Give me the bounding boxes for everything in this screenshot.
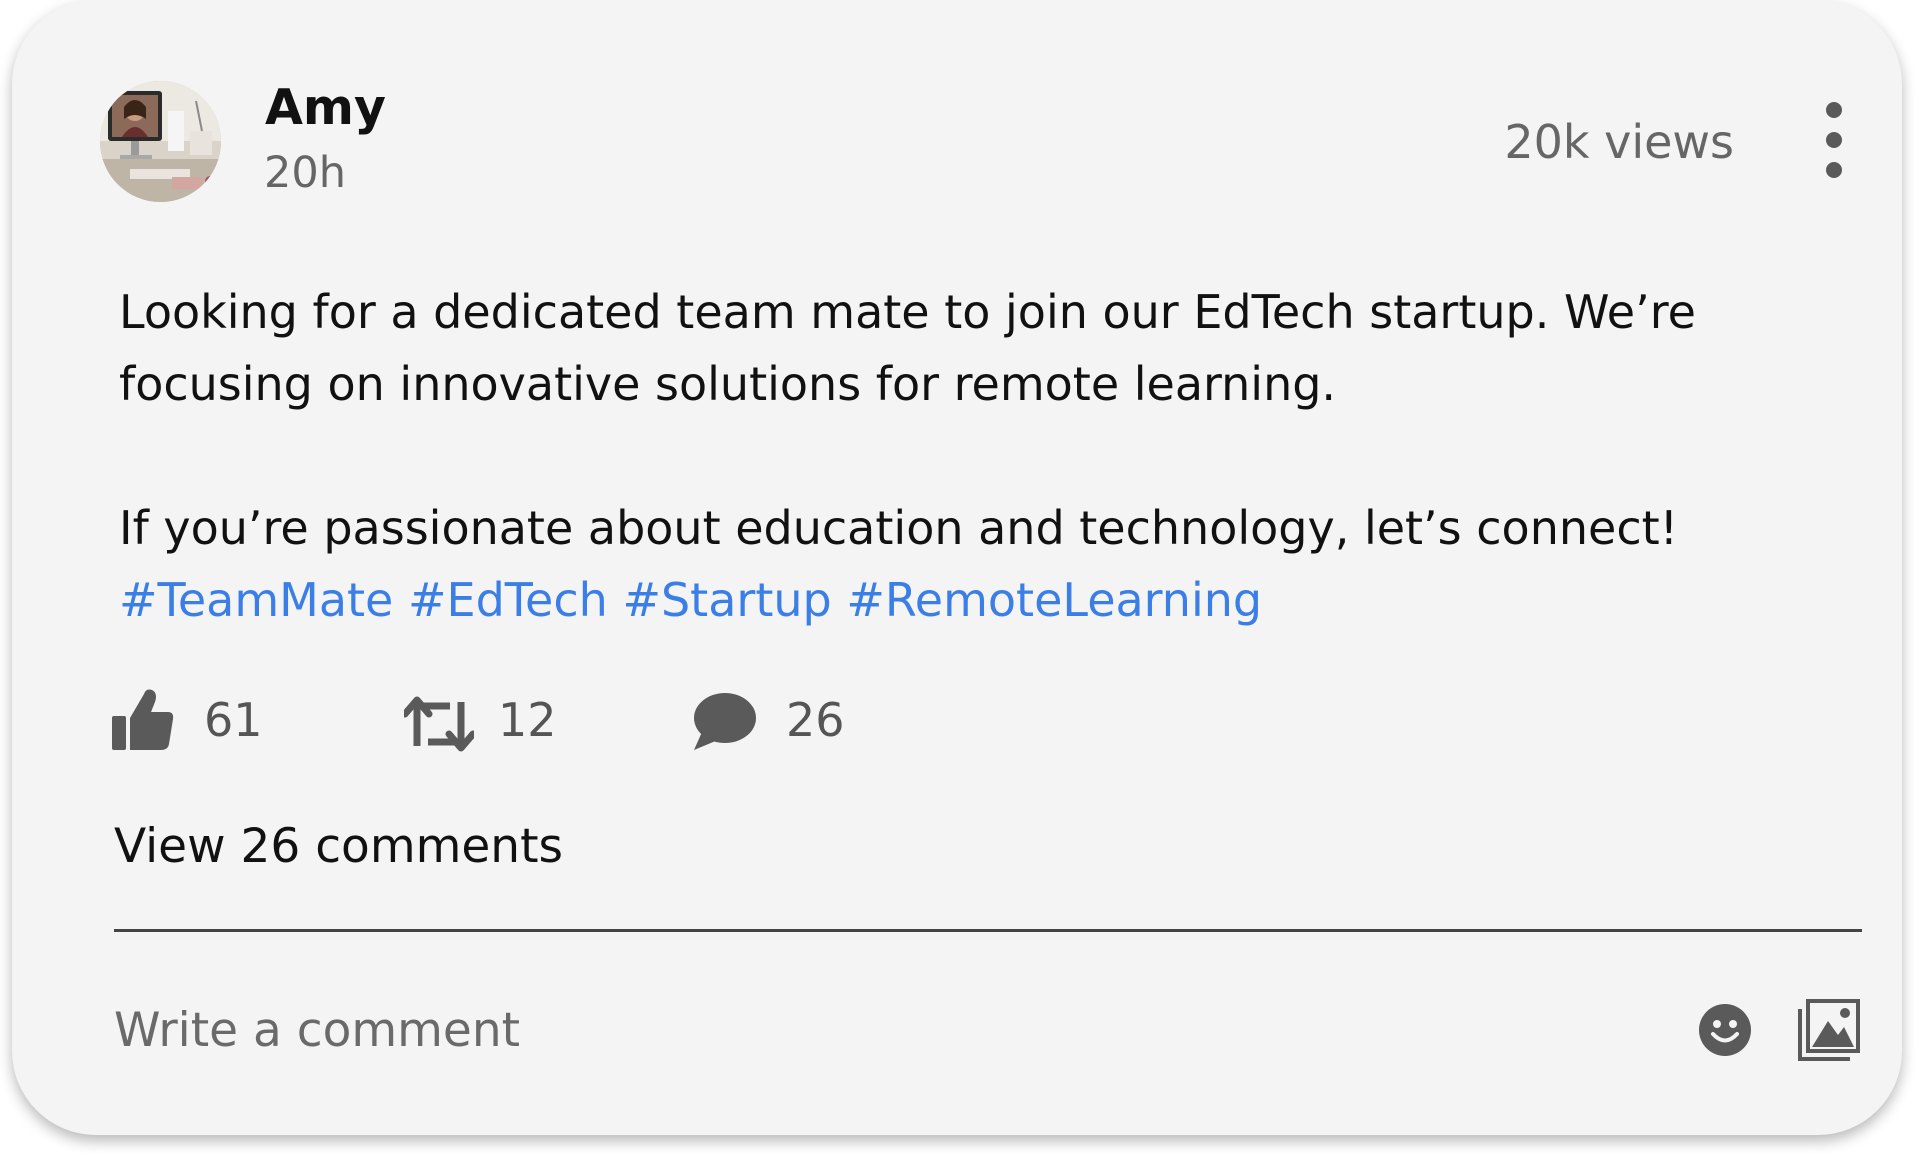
more-vertical-icon [1826, 162, 1842, 178]
repost-button[interactable]: 12 [404, 682, 557, 762]
post-text-line: Looking for a dedicated team mate to joi… [119, 285, 1696, 339]
comment-input[interactable] [114, 995, 1654, 1065]
comment-count: 26 [786, 693, 845, 747]
hashtag[interactable]: #Startup [622, 573, 831, 627]
author-name[interactable]: Amy [265, 78, 386, 138]
more-vertical-icon [1826, 132, 1842, 148]
post-text-line: focusing on innovative solutions for rem… [119, 357, 1337, 411]
hashtag[interactable]: #TeamMate [119, 573, 393, 627]
post-time: 20h [264, 148, 346, 198]
attach-image-button[interactable] [1798, 999, 1860, 1061]
comment-button[interactable]: 26 [692, 682, 862, 762]
post-card: Amy 20h 20k views Looking for a dedicate… [12, 0, 1902, 1135]
emoji-button[interactable] [1698, 1003, 1752, 1057]
avatar-photo [100, 81, 221, 202]
like-button[interactable]: 61 [112, 682, 263, 762]
hashtag-list: #TeamMate #EdTech #Startup #RemoteLearni… [119, 564, 1839, 636]
image-gallery-icon [1798, 999, 1860, 1061]
emoji-icon [1699, 1004, 1751, 1056]
more-options-button[interactable] [1814, 96, 1854, 184]
post-body: Looking for a dedicated team mate to joi… [119, 276, 1839, 636]
hashtag[interactable]: #EdTech [408, 573, 608, 627]
post-text-line: If you’re passionate about education and… [119, 501, 1679, 555]
hashtag[interactable]: #RemoteLearning [846, 573, 1262, 627]
thumbs-up-icon [112, 689, 174, 750]
view-comments-link[interactable]: View 26 comments [114, 815, 563, 879]
like-count: 61 [204, 693, 263, 747]
repost-icon [404, 696, 474, 752]
repost-count: 12 [498, 693, 557, 747]
more-vertical-icon [1826, 102, 1842, 118]
view-count: 20k views [1504, 115, 1734, 169]
comment-bubble-icon [694, 693, 756, 750]
avatar[interactable] [100, 81, 221, 202]
divider [114, 929, 1862, 932]
